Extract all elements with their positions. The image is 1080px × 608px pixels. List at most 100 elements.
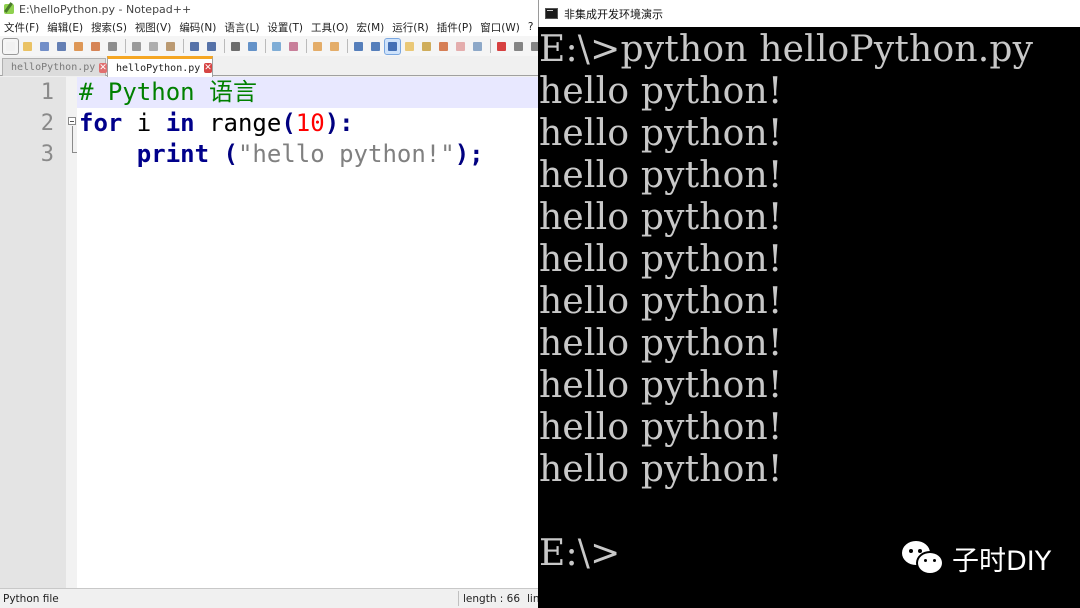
console-line: hello python! bbox=[539, 449, 783, 490]
status-length: length : 66 bbox=[463, 593, 521, 605]
close-icon[interactable] bbox=[71, 39, 86, 54]
menu-encoding[interactable]: 编码(N) bbox=[175, 20, 220, 35]
save-all-icon[interactable] bbox=[54, 39, 69, 54]
console-title-bar[interactable]: 非集成开发环境演示 bbox=[538, 0, 1080, 27]
status-filetype: Python file bbox=[3, 593, 59, 605]
code-editor[interactable]: 1 2 3 # Python 语言 for i in range(10): pr… bbox=[0, 77, 540, 588]
line-number-gutter: 1 2 3 bbox=[0, 77, 66, 588]
console-line: hello python! bbox=[539, 71, 783, 112]
code-line-1: # Python 语言 bbox=[79, 77, 257, 108]
tab-bar: helloPython.py ✕ helloPython.py ✕ bbox=[0, 56, 540, 77]
comment: # Python 语言 bbox=[79, 78, 258, 106]
sync-h-icon[interactable] bbox=[327, 39, 342, 54]
undo-icon[interactable] bbox=[187, 39, 202, 54]
tab-label: helloPython.py bbox=[116, 62, 201, 74]
tab-label: helloPython.py bbox=[11, 62, 96, 73]
operator: ); bbox=[454, 140, 484, 168]
window-title-bar[interactable]: E:\helloPython.py - Notepad++ bbox=[0, 0, 540, 18]
cmd-icon bbox=[545, 8, 558, 19]
zoom-in-icon[interactable] bbox=[269, 39, 284, 54]
console-line: E:\>python helloPython.py bbox=[539, 29, 1034, 70]
code-line-2: for i in range(10): bbox=[79, 108, 354, 139]
status-separator bbox=[458, 591, 459, 606]
tab-file-1[interactable]: helloPython.py ✕ bbox=[2, 58, 107, 76]
wechat-icon bbox=[902, 539, 946, 577]
menu-run[interactable]: 运行(R) bbox=[388, 20, 433, 35]
menu-macro[interactable]: 宏(M) bbox=[353, 20, 389, 35]
identifier: i bbox=[122, 109, 166, 137]
status-bar: Python file length : 66 lin bbox=[0, 588, 540, 608]
show-all-chars-icon[interactable] bbox=[368, 39, 383, 54]
wrap-icon[interactable] bbox=[351, 39, 366, 54]
sync-v-icon[interactable] bbox=[310, 39, 325, 54]
console-line: hello python! bbox=[539, 197, 783, 238]
replace-icon[interactable] bbox=[245, 39, 260, 54]
fold-margin bbox=[66, 77, 77, 588]
console-line: hello python! bbox=[539, 155, 783, 196]
find-icon[interactable] bbox=[228, 39, 243, 54]
save-icon[interactable] bbox=[37, 39, 52, 54]
keyword-print: print bbox=[136, 140, 210, 168]
menu-settings[interactable]: 设置(T) bbox=[263, 20, 307, 35]
keyword-for: for bbox=[79, 109, 123, 137]
toolbar-separator bbox=[490, 39, 491, 53]
notepadpp-window: E:\helloPython.py - Notepad++ 文件(F) 编辑(E… bbox=[0, 0, 540, 608]
watermark: 子时DIY bbox=[902, 538, 1051, 578]
console-line: hello python! bbox=[539, 239, 783, 280]
line-number: 3 bbox=[40, 142, 54, 167]
stop-macro-icon[interactable] bbox=[511, 39, 526, 54]
eye-icon[interactable] bbox=[470, 39, 485, 54]
toolbar-separator bbox=[125, 39, 126, 53]
console-line: hello python! bbox=[539, 281, 783, 322]
open-icon[interactable] bbox=[20, 39, 35, 54]
indent-guide-icon[interactable] bbox=[384, 37, 401, 55]
toolbar-separator bbox=[347, 39, 348, 53]
menu-language[interactable]: 语言(L) bbox=[220, 20, 263, 35]
menu-bar: 文件(F) 编辑(E) 搜索(S) 视图(V) 编码(N) 语言(L) 设置(T… bbox=[0, 18, 540, 36]
menu-plugins[interactable]: 插件(P) bbox=[433, 20, 477, 35]
builtin-range: range bbox=[194, 109, 282, 137]
menu-search[interactable]: 搜索(S) bbox=[87, 20, 131, 35]
string-literal: "hello python!" bbox=[237, 140, 455, 168]
menu-help[interactable]: ? bbox=[524, 21, 538, 33]
close-tab-icon[interactable]: ✕ bbox=[99, 62, 107, 73]
operator: ( bbox=[281, 109, 296, 137]
line-number: 1 bbox=[40, 80, 54, 105]
function-list-icon[interactable] bbox=[419, 39, 434, 54]
window-title: E:\helloPython.py - Notepad++ bbox=[19, 2, 192, 16]
doc-map-icon[interactable] bbox=[402, 39, 417, 54]
menu-window[interactable]: 窗口(W) bbox=[476, 20, 524, 35]
console-line: hello python! bbox=[539, 113, 783, 154]
operator: ): bbox=[324, 109, 354, 137]
console-line: hello python! bbox=[539, 323, 783, 364]
tab-file-2-active[interactable]: helloPython.py ✕ bbox=[107, 56, 213, 77]
fold-minus-icon[interactable] bbox=[68, 117, 76, 125]
close-tab-icon[interactable]: ✕ bbox=[204, 63, 212, 73]
new-file-icon[interactable] bbox=[2, 37, 19, 55]
console-line: hello python! bbox=[539, 407, 783, 448]
toolbar-separator bbox=[306, 39, 307, 53]
toolbar-separator bbox=[224, 39, 225, 53]
close-all-icon[interactable] bbox=[88, 39, 103, 54]
console-window: 非集成开发环境演示 E:\>python helloPython.py hell… bbox=[538, 0, 1080, 608]
code-line-3: print ("hello python!"); bbox=[79, 139, 484, 170]
menu-file[interactable]: 文件(F) bbox=[0, 20, 43, 35]
redo-icon[interactable] bbox=[204, 39, 219, 54]
record-macro-icon[interactable] bbox=[494, 39, 509, 54]
notepadpp-icon bbox=[3, 3, 15, 15]
menu-tools[interactable]: 工具(O) bbox=[307, 20, 352, 35]
paste-icon[interactable] bbox=[163, 39, 178, 54]
console-output[interactable]: E:\>python helloPython.py hello python! … bbox=[538, 27, 1080, 608]
menu-edit[interactable]: 编辑(E) bbox=[43, 20, 87, 35]
watermark-text: 子时DIY bbox=[952, 545, 1052, 577]
print-icon[interactable] bbox=[105, 39, 120, 54]
zoom-out-icon[interactable] bbox=[286, 39, 301, 54]
copy-icon[interactable] bbox=[146, 39, 161, 54]
fold-end bbox=[72, 152, 77, 153]
operator: ( bbox=[223, 140, 238, 168]
folder-icon[interactable] bbox=[436, 39, 451, 54]
menu-view[interactable]: 视图(V) bbox=[131, 20, 175, 35]
toolbar-separator bbox=[265, 39, 266, 53]
cut-icon[interactable] bbox=[129, 39, 144, 54]
monitor-icon[interactable] bbox=[453, 39, 468, 54]
